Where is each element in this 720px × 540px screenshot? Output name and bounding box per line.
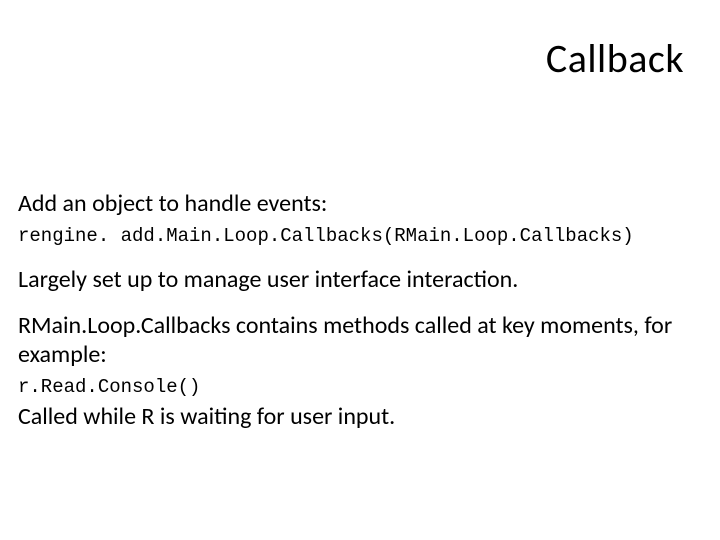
- slide-body: Add an object to handle events: rengine.…: [18, 190, 690, 438]
- paragraph-called: Called while R is waiting for user input…: [18, 403, 690, 432]
- paragraph-largely: Largely set up to manage user interface …: [18, 266, 690, 295]
- slide: Callback Add an object to handle events:…: [0, 0, 720, 540]
- code-line-1: rengine. add.Main.Loop.Callbacks(RMain.L…: [18, 225, 690, 248]
- slide-title: Callback: [546, 34, 684, 83]
- paragraph-methods: RMain.Loop.Callbacks contains methods ca…: [18, 312, 690, 370]
- paragraph-intro: Add an object to handle events:: [18, 190, 690, 219]
- code-line-2: r.Read.Console(): [18, 376, 690, 399]
